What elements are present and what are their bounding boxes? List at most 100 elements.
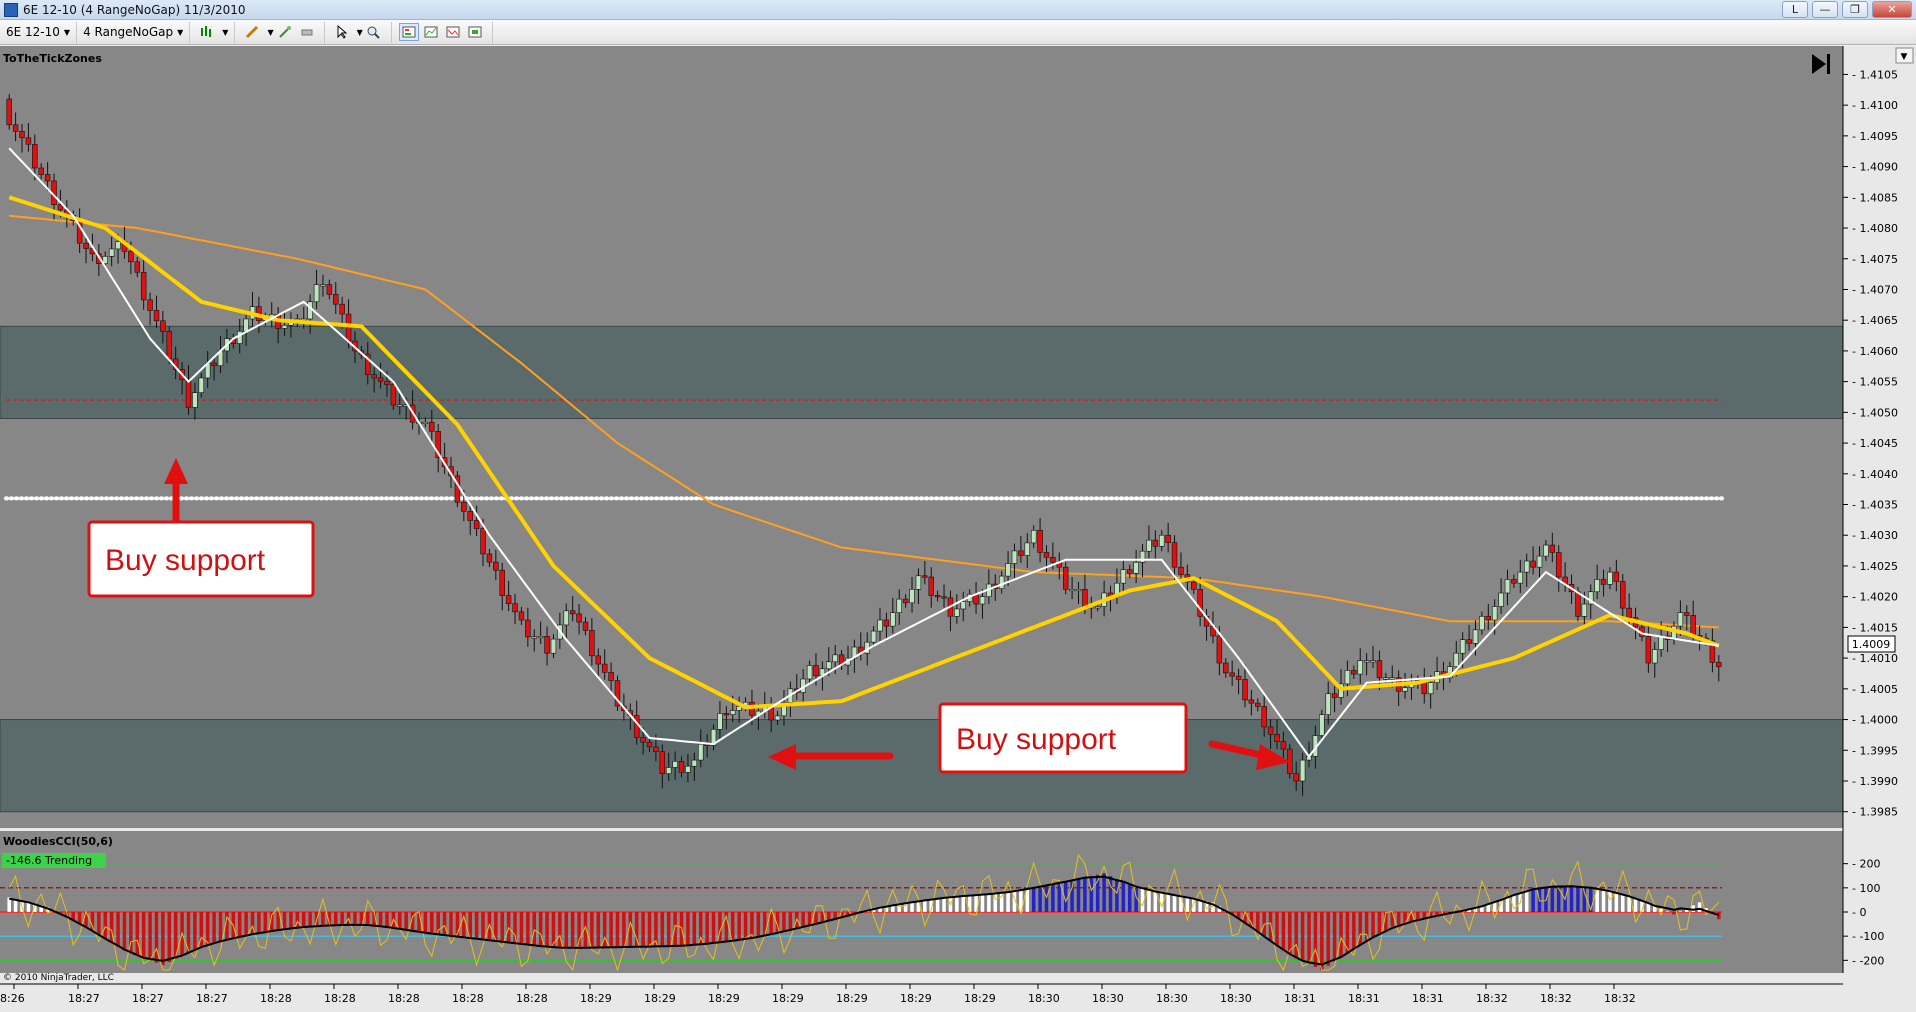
chart-area[interactable]: - 1.4105 - 1.4100 - 1.4095 - 1.4090 - 1.4085…	[0, 46, 1916, 1012]
strategies-icon[interactable]	[443, 23, 463, 41]
candle-up	[1402, 687, 1408, 692]
candle-down	[1248, 699, 1255, 704]
data-box-icon[interactable]	[398, 23, 419, 41]
candle-down	[582, 621, 589, 631]
candle-down	[339, 303, 345, 315]
candle-down	[83, 242, 89, 249]
price-tick-label: - 1.4085	[1852, 191, 1898, 204]
price-tick-label: - 1.4015	[1852, 621, 1898, 634]
price-tick-label: - 1.4030	[1852, 529, 1898, 542]
candle-down	[1280, 741, 1287, 750]
indicators-icon[interactable]	[421, 23, 441, 41]
candle-down	[326, 284, 333, 295]
candle-up	[1120, 569, 1127, 584]
candle-up	[1069, 588, 1075, 592]
period-selector[interactable]: 4 RangeNoGap ▼	[77, 21, 191, 43]
candle-down	[147, 299, 153, 311]
instrument-label: 6E 12-10	[6, 25, 60, 39]
candle-up	[563, 610, 569, 626]
time-tick-label: 18:29	[964, 992, 996, 1005]
chart-style-group: ▼	[190, 21, 236, 43]
candle-down	[467, 511, 473, 521]
time-tick-label: 18:29	[644, 992, 676, 1005]
window-title: 6E 12-10 (4 RangeNoGap) 11/3/2010	[23, 2, 246, 17]
candle-down	[1152, 539, 1159, 547]
chart-toolbar: 6E 12-10 ▼ 4 RangeNoGap ▼ ▼ ▼ ▼	[0, 20, 1916, 45]
minimize-button[interactable]: —	[1812, 1, 1838, 18]
time-tick-label: 18:32	[1540, 992, 1572, 1005]
price-tick-label: - 1.4105	[1852, 68, 1898, 81]
candle-down	[1511, 579, 1517, 584]
candle-down	[384, 380, 390, 385]
time-tick-label: 18:28	[324, 992, 356, 1005]
price-tick-label: - 1.4065	[1852, 314, 1898, 327]
time-tick-label: 18:27	[132, 992, 164, 1005]
candle-up	[108, 248, 115, 257]
candle-down	[633, 715, 640, 738]
candle-down	[1351, 670, 1357, 675]
bar-style-icon[interactable]	[197, 23, 217, 41]
buy-support-callout-2: Buy support	[938, 702, 1188, 774]
price-tick-label: - 1.4075	[1852, 253, 1898, 266]
instrument-selector[interactable]: 6E 12-10 ▼	[0, 21, 78, 43]
candle-down	[525, 619, 531, 638]
candle-up	[665, 767, 672, 774]
restore-button[interactable]: ❐	[1842, 1, 1868, 18]
app-icon	[4, 2, 18, 17]
pencil-icon[interactable]	[242, 23, 262, 41]
candle-down	[1018, 550, 1024, 556]
candle-up	[1491, 606, 1498, 621]
price-tick-label: - 1.3995	[1852, 744, 1898, 757]
time-tick-label: 18:31	[1348, 992, 1380, 1005]
candle-up	[806, 665, 813, 680]
eraser-icon[interactable]	[297, 23, 317, 41]
time-tick-label: 18:31	[1284, 992, 1316, 1005]
candle-down	[1549, 544, 1556, 553]
candle-down	[1530, 560, 1536, 568]
candle-down	[1575, 591, 1581, 617]
price-chart-canvas[interactable]: - 1.4105 - 1.4100 - 1.4095 - 1.4090 - 1.4085…	[0, 46, 1916, 1012]
candle-down	[390, 384, 397, 406]
candle-down	[1600, 579, 1607, 585]
price-tick-label: - 1.4100	[1852, 99, 1898, 112]
candle-down	[333, 294, 339, 305]
candle-down	[1082, 588, 1088, 607]
candle-down	[653, 746, 659, 752]
cursor-icon[interactable]	[332, 23, 352, 41]
candle-up	[915, 575, 922, 590]
candle-down	[371, 374, 377, 379]
cursor-tools-group: ▼	[325, 21, 392, 43]
close-button[interactable]: ✕	[1872, 1, 1912, 18]
candle-up	[1030, 530, 1037, 544]
candle-up	[672, 761, 678, 768]
candle-up	[1523, 560, 1530, 573]
current-price-text: 1.4009	[1852, 638, 1891, 651]
candle-up	[1370, 660, 1376, 663]
support-zone-1	[0, 325, 1844, 419]
candle-down	[1171, 542, 1178, 568]
candle-down	[1037, 530, 1043, 553]
magic-wand-icon[interactable]	[275, 23, 295, 41]
time-tick-label: 18:29	[900, 992, 932, 1005]
candle-down	[1293, 773, 1299, 782]
zoom-icon[interactable]	[364, 23, 384, 41]
candle-down	[595, 655, 602, 665]
candle-up	[313, 284, 320, 303]
link-button[interactable]: L	[1782, 1, 1808, 18]
candle-up	[730, 710, 736, 715]
price-panel	[0, 46, 1843, 828]
price-tick-label: - 1.3990	[1852, 775, 1898, 788]
properties-icon[interactable]	[465, 23, 485, 41]
candle-up	[979, 596, 986, 605]
candle-down	[505, 595, 512, 605]
candle-up	[1543, 544, 1549, 557]
candle-down	[922, 575, 928, 578]
candle-down	[1223, 662, 1229, 674]
candle-down	[480, 528, 486, 555]
candle-up	[774, 715, 781, 721]
candle-down	[1376, 660, 1383, 679]
candle-down	[211, 362, 217, 366]
candle-up	[1024, 542, 1031, 556]
candle-up	[1677, 612, 1684, 627]
candle-up	[1581, 603, 1588, 617]
